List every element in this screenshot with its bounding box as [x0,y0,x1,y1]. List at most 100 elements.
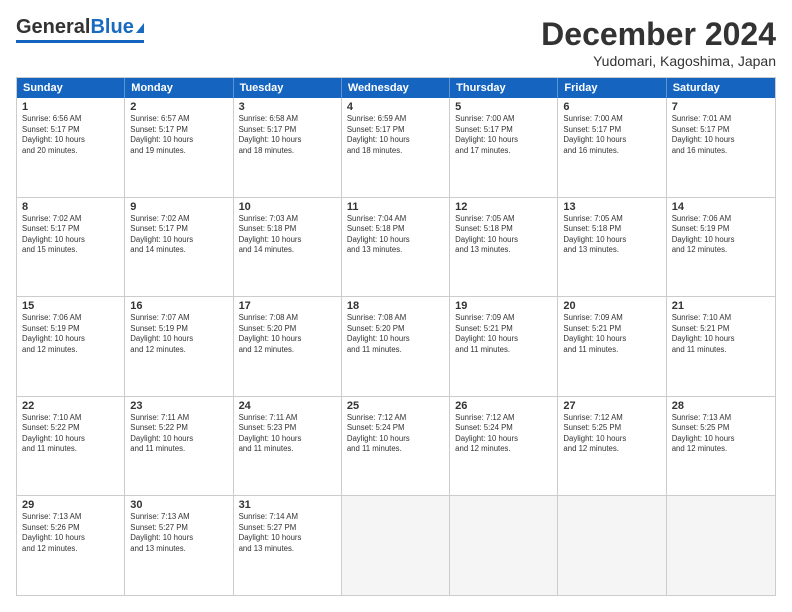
day-cell-1: 1Sunrise: 6:56 AM Sunset: 5:17 PM Daylig… [17,98,125,197]
day-number: 29 [22,499,119,511]
day-cell-29: 29Sunrise: 7:13 AM Sunset: 5:26 PM Dayli… [17,496,125,595]
day-info: Sunrise: 7:10 AM Sunset: 5:22 PM Dayligh… [22,413,119,455]
day-info: Sunrise: 7:05 AM Sunset: 5:18 PM Dayligh… [455,214,552,256]
day-number: 6 [563,101,660,113]
day-cell-5: 5Sunrise: 7:00 AM Sunset: 5:17 PM Daylig… [450,98,558,197]
day-info: Sunrise: 7:08 AM Sunset: 5:20 PM Dayligh… [347,313,444,355]
day-info: Sunrise: 7:09 AM Sunset: 5:21 PM Dayligh… [563,313,660,355]
calendar-body: 1Sunrise: 6:56 AM Sunset: 5:17 PM Daylig… [17,98,775,595]
location: Yudomari, Kagoshima, Japan [541,53,776,69]
day-info: Sunrise: 6:58 AM Sunset: 5:17 PM Dayligh… [239,114,336,156]
day-info: Sunrise: 7:00 AM Sunset: 5:17 PM Dayligh… [563,114,660,156]
day-info: Sunrise: 7:12 AM Sunset: 5:24 PM Dayligh… [455,413,552,455]
calendar: SundayMondayTuesdayWednesdayThursdayFrid… [16,77,776,596]
day-cell-21: 21Sunrise: 7:10 AM Sunset: 5:21 PM Dayli… [667,297,775,396]
day-number: 8 [22,201,119,213]
day-info: Sunrise: 7:05 AM Sunset: 5:18 PM Dayligh… [563,214,660,256]
day-number: 27 [563,400,660,412]
day-cell-3: 3Sunrise: 6:58 AM Sunset: 5:17 PM Daylig… [234,98,342,197]
day-info: Sunrise: 7:06 AM Sunset: 5:19 PM Dayligh… [22,313,119,355]
day-number: 14 [672,201,770,213]
day-cell-8: 8Sunrise: 7:02 AM Sunset: 5:17 PM Daylig… [17,198,125,297]
day-cell-25: 25Sunrise: 7:12 AM Sunset: 5:24 PM Dayli… [342,397,450,496]
header-day-sunday: Sunday [17,78,125,98]
day-info: Sunrise: 7:12 AM Sunset: 5:25 PM Dayligh… [563,413,660,455]
day-number: 4 [347,101,444,113]
day-info: Sunrise: 7:02 AM Sunset: 5:17 PM Dayligh… [22,214,119,256]
day-number: 24 [239,400,336,412]
day-info: Sunrise: 7:02 AM Sunset: 5:17 PM Dayligh… [130,214,227,256]
day-info: Sunrise: 7:07 AM Sunset: 5:19 PM Dayligh… [130,313,227,355]
header: GeneralBlue December 2024 Yudomari, Kago… [16,16,776,69]
day-info: Sunrise: 7:14 AM Sunset: 5:27 PM Dayligh… [239,512,336,554]
calendar-row-3: 15Sunrise: 7:06 AM Sunset: 5:19 PM Dayli… [17,296,775,396]
header-day-thursday: Thursday [450,78,558,98]
day-cell-18: 18Sunrise: 7:08 AM Sunset: 5:20 PM Dayli… [342,297,450,396]
day-number: 20 [563,300,660,312]
day-info: Sunrise: 6:59 AM Sunset: 5:17 PM Dayligh… [347,114,444,156]
day-info: Sunrise: 7:09 AM Sunset: 5:21 PM Dayligh… [455,313,552,355]
day-number: 28 [672,400,770,412]
day-cell-15: 15Sunrise: 7:06 AM Sunset: 5:19 PM Dayli… [17,297,125,396]
day-cell-22: 22Sunrise: 7:10 AM Sunset: 5:22 PM Dayli… [17,397,125,496]
day-cell-28: 28Sunrise: 7:13 AM Sunset: 5:25 PM Dayli… [667,397,775,496]
header-day-monday: Monday [125,78,233,98]
day-cell-19: 19Sunrise: 7:09 AM Sunset: 5:21 PM Dayli… [450,297,558,396]
empty-cell [450,496,558,595]
day-number: 15 [22,300,119,312]
day-info: Sunrise: 7:11 AM Sunset: 5:22 PM Dayligh… [130,413,227,455]
day-number: 18 [347,300,444,312]
logo-underline [16,40,144,43]
day-number: 31 [239,499,336,511]
day-cell-30: 30Sunrise: 7:13 AM Sunset: 5:27 PM Dayli… [125,496,233,595]
day-info: Sunrise: 7:12 AM Sunset: 5:24 PM Dayligh… [347,413,444,455]
day-number: 11 [347,201,444,213]
header-day-tuesday: Tuesday [234,78,342,98]
day-number: 19 [455,300,552,312]
day-number: 1 [22,101,119,113]
day-info: Sunrise: 6:56 AM Sunset: 5:17 PM Dayligh… [22,114,119,156]
day-cell-7: 7Sunrise: 7:01 AM Sunset: 5:17 PM Daylig… [667,98,775,197]
day-cell-13: 13Sunrise: 7:05 AM Sunset: 5:18 PM Dayli… [558,198,666,297]
day-number: 26 [455,400,552,412]
day-info: Sunrise: 7:03 AM Sunset: 5:18 PM Dayligh… [239,214,336,256]
day-cell-6: 6Sunrise: 7:00 AM Sunset: 5:17 PM Daylig… [558,98,666,197]
day-cell-20: 20Sunrise: 7:09 AM Sunset: 5:21 PM Dayli… [558,297,666,396]
day-cell-10: 10Sunrise: 7:03 AM Sunset: 5:18 PM Dayli… [234,198,342,297]
day-number: 23 [130,400,227,412]
empty-cell [667,496,775,595]
day-info: Sunrise: 7:00 AM Sunset: 5:17 PM Dayligh… [455,114,552,156]
day-number: 9 [130,201,227,213]
day-number: 16 [130,300,227,312]
day-cell-16: 16Sunrise: 7:07 AM Sunset: 5:19 PM Dayli… [125,297,233,396]
day-cell-26: 26Sunrise: 7:12 AM Sunset: 5:24 PM Dayli… [450,397,558,496]
empty-cell [558,496,666,595]
calendar-row-5: 29Sunrise: 7:13 AM Sunset: 5:26 PM Dayli… [17,495,775,595]
day-info: Sunrise: 7:13 AM Sunset: 5:25 PM Dayligh… [672,413,770,455]
day-info: Sunrise: 7:13 AM Sunset: 5:27 PM Dayligh… [130,512,227,554]
header-day-friday: Friday [558,78,666,98]
day-number: 21 [672,300,770,312]
day-cell-14: 14Sunrise: 7:06 AM Sunset: 5:19 PM Dayli… [667,198,775,297]
day-number: 13 [563,201,660,213]
calendar-row-1: 1Sunrise: 6:56 AM Sunset: 5:17 PM Daylig… [17,98,775,197]
logo-text: GeneralBlue [16,16,144,39]
day-cell-24: 24Sunrise: 7:11 AM Sunset: 5:23 PM Dayli… [234,397,342,496]
day-number: 3 [239,101,336,113]
page: GeneralBlue December 2024 Yudomari, Kago… [0,0,792,612]
day-number: 10 [239,201,336,213]
day-number: 7 [672,101,770,113]
day-cell-27: 27Sunrise: 7:12 AM Sunset: 5:25 PM Dayli… [558,397,666,496]
day-cell-11: 11Sunrise: 7:04 AM Sunset: 5:18 PM Dayli… [342,198,450,297]
day-number: 5 [455,101,552,113]
day-cell-23: 23Sunrise: 7:11 AM Sunset: 5:22 PM Dayli… [125,397,233,496]
day-info: Sunrise: 7:10 AM Sunset: 5:21 PM Dayligh… [672,313,770,355]
month-title: December 2024 [541,16,776,53]
day-info: Sunrise: 7:11 AM Sunset: 5:23 PM Dayligh… [239,413,336,455]
day-info: Sunrise: 7:06 AM Sunset: 5:19 PM Dayligh… [672,214,770,256]
logo: GeneralBlue [16,16,144,43]
calendar-row-2: 8Sunrise: 7:02 AM Sunset: 5:17 PM Daylig… [17,197,775,297]
day-number: 2 [130,101,227,113]
day-info: Sunrise: 7:04 AM Sunset: 5:18 PM Dayligh… [347,214,444,256]
day-info: Sunrise: 7:08 AM Sunset: 5:20 PM Dayligh… [239,313,336,355]
